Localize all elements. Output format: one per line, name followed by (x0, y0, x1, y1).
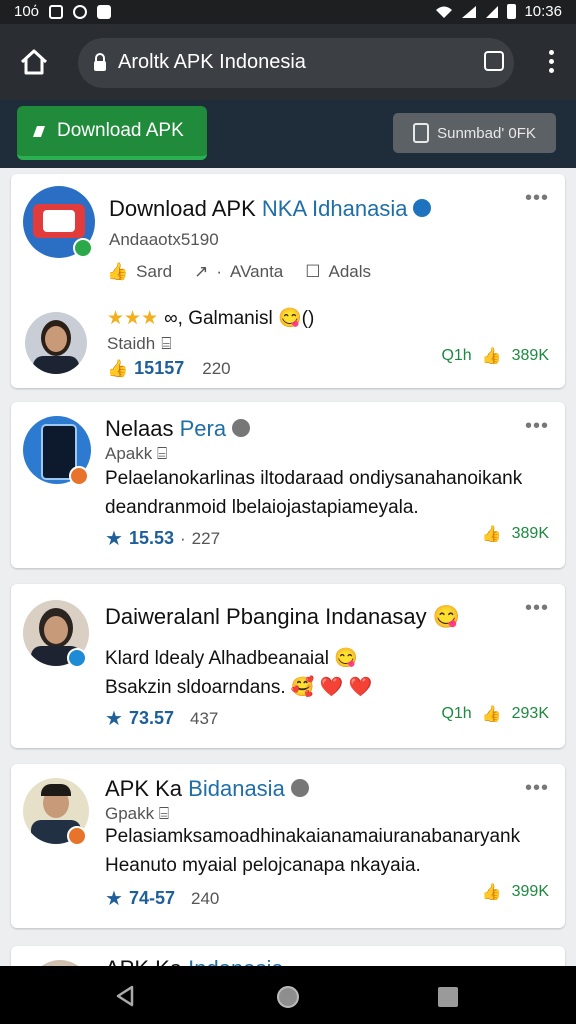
post-stats: ★ 74-57 240 (105, 888, 220, 910)
lock-icon (94, 53, 106, 71)
thumbs-up-icon[interactable]: 👍 (107, 262, 128, 282)
action-label[interactable]: AVanta (230, 262, 283, 282)
likes-group[interactable]: Q1h 👍 293K (441, 704, 549, 724)
post-actions: 👍 Sard ↗ · AVanta ☐ Adals (107, 262, 372, 282)
post-title: Nelaas Pera (105, 416, 251, 442)
verified-icon (232, 419, 251, 438)
more-menu-icon[interactable] (549, 50, 554, 77)
action-label[interactable]: Adals (329, 262, 372, 282)
home-icon[interactable] (18, 46, 50, 78)
post-stats: ★ 73.57 437 (105, 708, 219, 730)
star-icon: ★ (105, 708, 123, 730)
like-icon[interactable]: 👍 (482, 704, 502, 724)
post-title: APK Ka Bidanasia (105, 776, 309, 802)
post-subtitle: Apakk ⌸ (105, 444, 168, 463)
download-apk-label: Download APK (57, 120, 184, 141)
star-icon: ★ (105, 528, 123, 550)
post-subtitle: Gpakk ⌸ (105, 804, 170, 823)
likes-group[interactable]: 👍 399K (482, 882, 549, 902)
status-bar: 10ό 10:36 (0, 0, 576, 24)
verified-badge (67, 648, 87, 668)
comment-stats: 👍 15157 220 (107, 358, 231, 379)
address-bar[interactable]: Aroltk APK Indonesia (78, 38, 514, 88)
download-icon (33, 126, 45, 137)
verified-badge (73, 238, 93, 258)
app-toolbar: Download APK Sunmbad' 0FK (0, 100, 576, 168)
comment-text: ★★★ ∞, Galmanisl 😋() (107, 307, 315, 330)
post-text: Pelaelanokarlinas iltodaraad ondiysanaha… (105, 468, 523, 518)
post-stats: ★ 15.53 · 227 (105, 528, 221, 550)
post-text: Pelasiamksamoadhinakaianamaiuranabanarya… (105, 826, 521, 876)
notification-icon (49, 4, 64, 19)
comment-user: Staidh ⌸ (107, 334, 172, 353)
post-card: ••• Nelaas Pera Apakk ⌸ Pelaelanokarlina… (11, 402, 565, 568)
download-apk-button[interactable]: Download APK (17, 106, 207, 160)
sync-icon (73, 4, 88, 19)
star-rating-icon: ★★★ (107, 307, 159, 329)
status-time-left: 10ό (14, 3, 40, 20)
signal-2-icon (486, 5, 499, 18)
like-icon[interactable]: 👍 (482, 524, 502, 544)
badge-icon (67, 826, 87, 846)
home-button-icon[interactable] (276, 985, 300, 1009)
post-subtitle: Andaaotx5190 (109, 230, 219, 249)
like-icon[interactable]: 👍 (482, 882, 502, 902)
star-icon: ★ (105, 888, 123, 910)
status-time-right: 10:36 (524, 3, 562, 20)
post-title: Daiweralanl Pbangina Indanasay 😋 (105, 604, 461, 629)
back-icon[interactable] (114, 984, 136, 1008)
secondary-download-label: Sunmbad' 0FK (437, 124, 536, 142)
url-text: Aroltk APK Indonesia (118, 51, 306, 73)
avatar (25, 312, 87, 374)
browser-toolbar: Aroltk APK Indonesia (0, 24, 576, 100)
app-notification-icon (97, 4, 112, 19)
battery-icon (507, 4, 517, 19)
post-title: APK Ka Indanasia (105, 956, 284, 966)
verified-icon (413, 199, 432, 218)
recents-icon[interactable] (438, 987, 458, 1007)
verified-icon (290, 779, 309, 798)
system-nav-bar (0, 966, 576, 1024)
post-title: Download APK NKA Idhanasia (109, 196, 432, 222)
file-icon (413, 123, 430, 143)
likes-group[interactable]: 👍 389K (482, 524, 549, 544)
likes-group[interactable]: Q1h 👍 389K (441, 346, 549, 366)
secondary-download-button[interactable]: Sunmbad' 0FK (393, 113, 556, 153)
checkbox-icon[interactable]: ☐ (305, 262, 320, 282)
signal-icon (462, 5, 477, 18)
badge-icon (69, 466, 89, 486)
post-card: ••• Daiweralanl Pbangina Indanasay 😋 Kla… (11, 584, 565, 748)
tab-switcher-icon[interactable] (484, 51, 504, 71)
post-card: ••• APK Ka Bidanasia Gpakk ⌸ Pelasiamksa… (11, 764, 565, 928)
share-icon[interactable]: ↗ (194, 262, 208, 282)
post-feed[interactable]: ••• Download APK NKA Idhanasia Andaaotx5… (0, 168, 576, 966)
post-card: ••• Download APK NKA Idhanasia Andaaotx5… (11, 174, 565, 388)
wifi-icon (436, 6, 453, 18)
post-text: Klard ldealy Alhadbeanaial 😋 Bsakzin sld… (105, 648, 373, 698)
like-icon[interactable]: 👍 (482, 346, 502, 366)
thumbs-up-icon[interactable]: 👍 (107, 359, 128, 379)
post-card: ••• APK Ka Indanasia (11, 946, 565, 966)
action-label[interactable]: Sard (136, 262, 172, 282)
